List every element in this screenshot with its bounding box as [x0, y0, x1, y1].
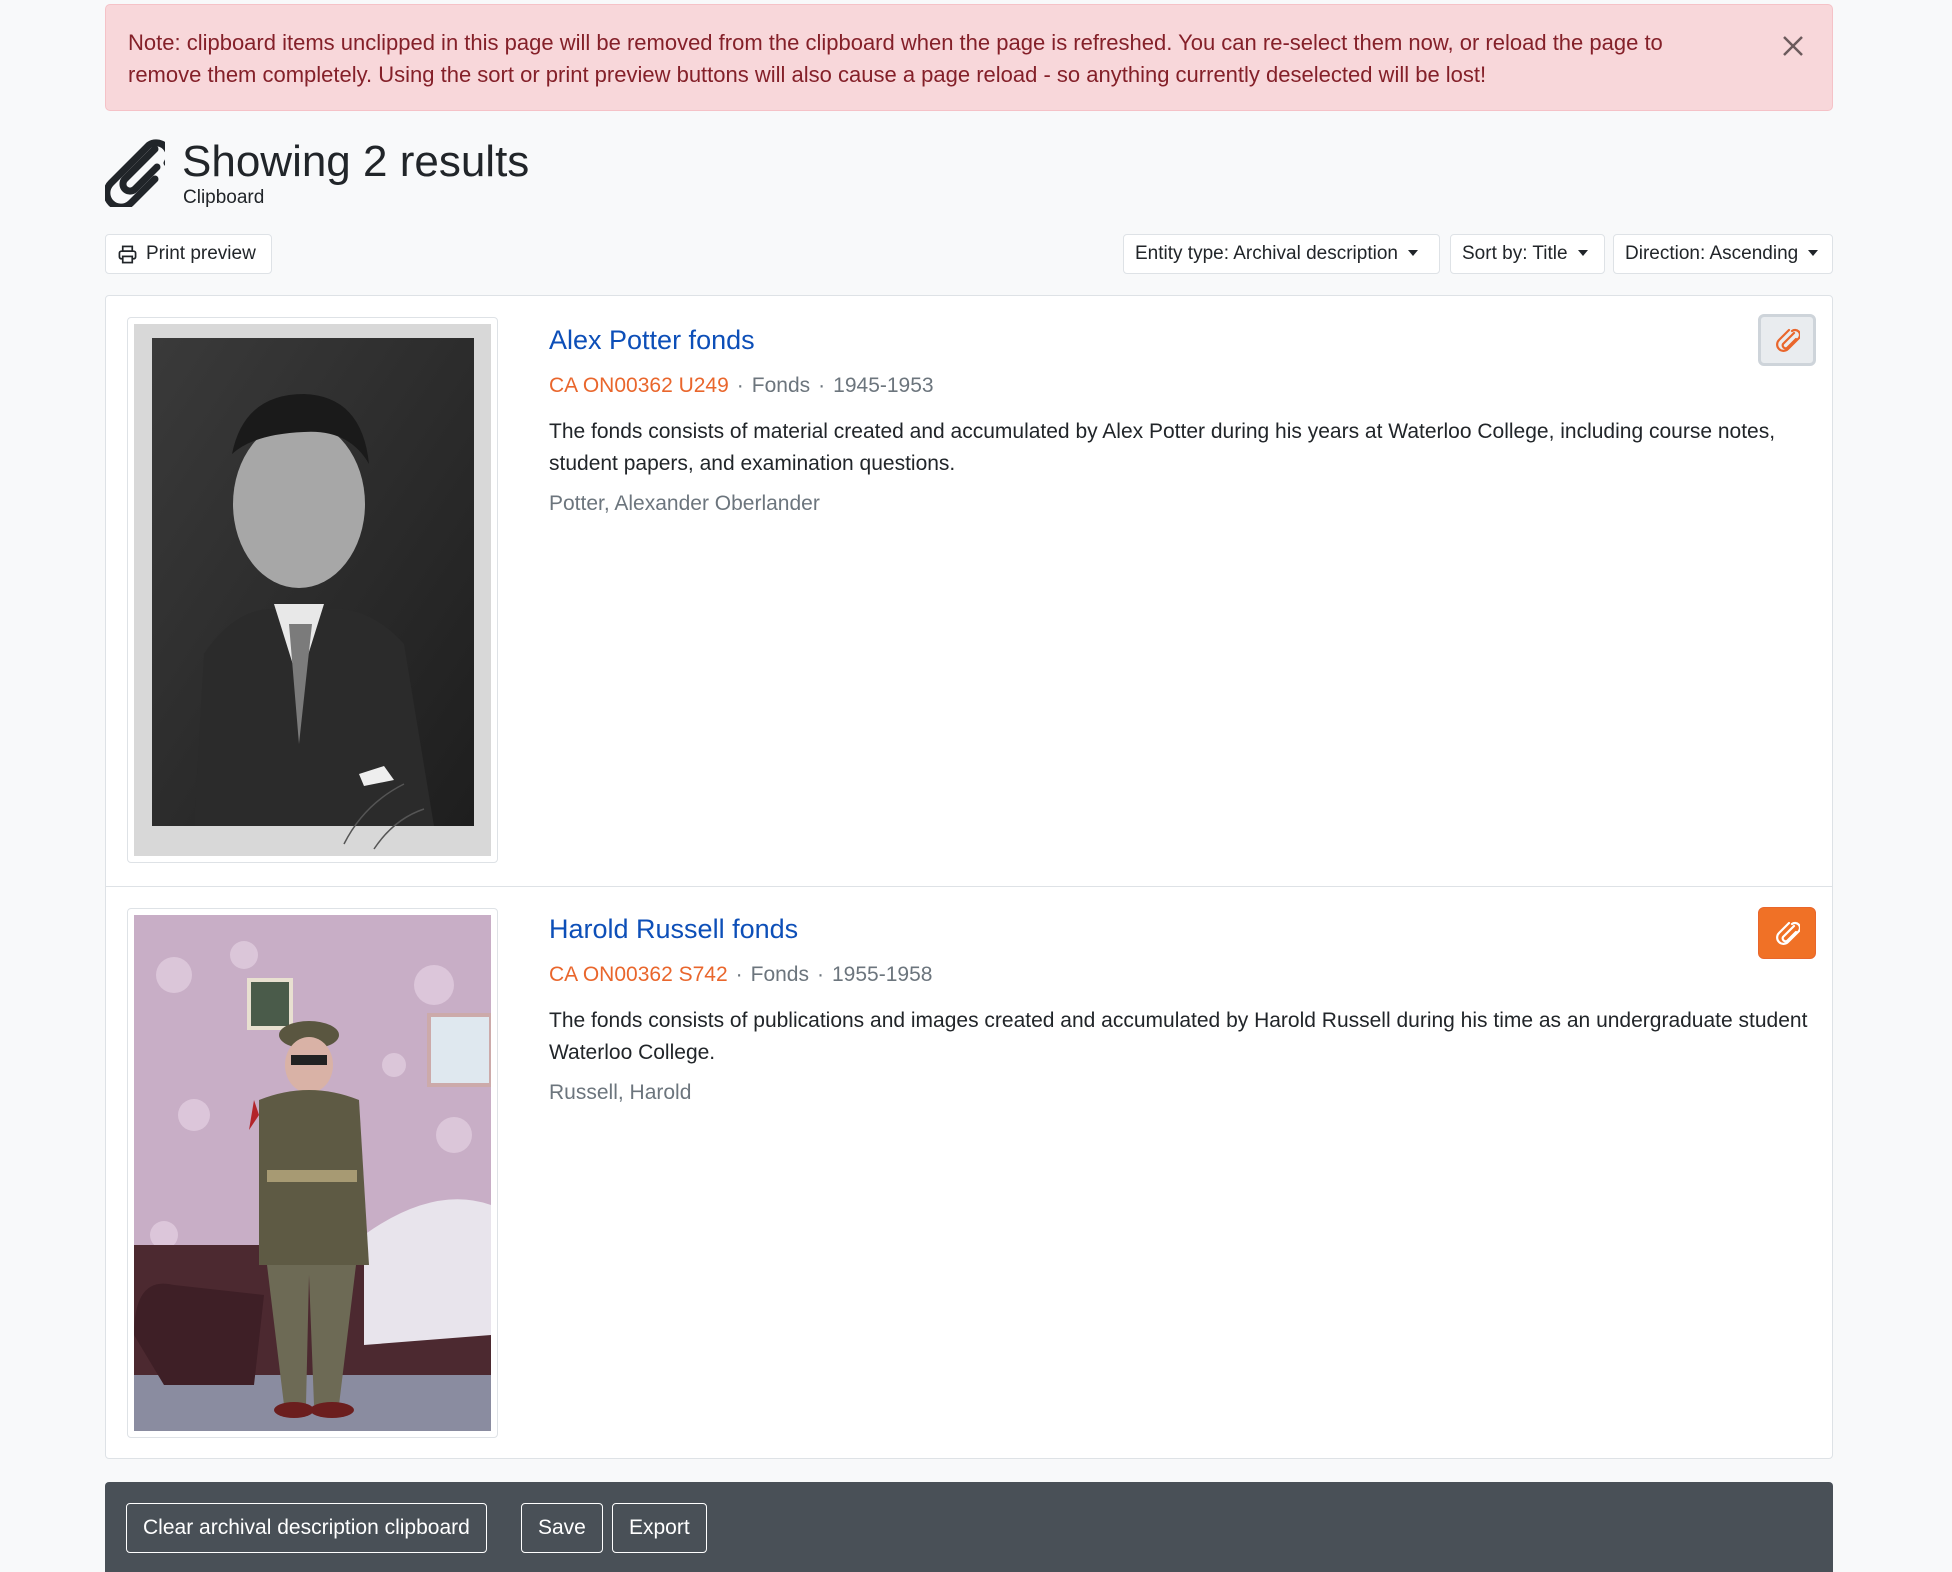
soldier-photo-image — [134, 915, 491, 1431]
level-of-description: Fonds — [750, 963, 809, 986]
portrait-photo-image — [134, 324, 491, 856]
list-item: Harold Russell fonds CA ON00362 S742 · Fon… — [106, 886, 1832, 1458]
result-meta: CA ON00362 U249 · Fonds · 1945-1953 — [549, 374, 934, 397]
paperclip-icon — [105, 139, 165, 207]
clipboard-toggle-button[interactable] — [1758, 907, 1816, 959]
result-description: The fonds consists of material created a… — [549, 420, 1776, 475]
result-title-link[interactable]: Alex Potter fonds — [549, 325, 755, 356]
result-meta: CA ON00362 S742 · Fonds · 1955-1958 — [549, 963, 933, 986]
results-list: Alex Potter fonds CA ON00362 U249 · Fonds ·… — [105, 295, 1833, 1459]
direction-label: Direction: Ascending — [1625, 243, 1799, 264]
alert-message: Note: clipboard items unclipped in this … — [128, 30, 1663, 87]
reference-code: CA ON00362 S742 — [549, 963, 728, 986]
caret-down-icon — [1407, 250, 1418, 256]
clipboard-warning-alert: Note: clipboard items unclipped in this … — [105, 4, 1833, 111]
dates: 1955-1958 — [832, 963, 933, 986]
entity-type-label: Entity type: Archival description — [1135, 243, 1398, 264]
export-button[interactable]: Export — [612, 1503, 707, 1553]
actions-bar: Clear archival description clipboard Sav… — [105, 1482, 1833, 1572]
result-thumbnail[interactable] — [127, 908, 498, 1438]
list-item: Alex Potter fonds CA ON00362 U249 · Fonds ·… — [106, 296, 1832, 886]
direction-dropdown[interactable]: Direction: Ascending — [1613, 234, 1833, 274]
close-icon[interactable] — [1778, 31, 1808, 61]
print-preview-button[interactable]: Print preview — [105, 234, 272, 274]
result-thumbnail[interactable] — [127, 317, 498, 863]
level-of-description: Fonds — [751, 374, 811, 397]
result-creator: Russell, Harold — [549, 1081, 692, 1104]
result-creator: Potter, Alexander Oberlander — [549, 492, 820, 515]
clear-clipboard-button[interactable]: Clear archival description clipboard — [126, 1503, 487, 1553]
clipboard-toggle-button[interactable] — [1758, 314, 1816, 366]
result-title-link[interactable]: Harold Russell fonds — [549, 914, 798, 945]
reference-code: CA ON00362 U249 — [549, 374, 729, 397]
print-preview-label: Print preview — [146, 243, 256, 264]
caret-down-icon — [1577, 250, 1588, 256]
page-subtitle: Clipboard — [183, 187, 265, 208]
sort-by-dropdown[interactable]: Sort by: Title — [1450, 234, 1605, 274]
printer-icon — [118, 245, 137, 264]
page-title: Showing 2 results — [182, 137, 530, 186]
result-description: The fonds consists of publications and i… — [549, 1009, 1808, 1064]
entity-type-dropdown[interactable]: Entity type: Archival description — [1123, 234, 1440, 274]
dates: 1945-1953 — [833, 374, 934, 397]
paperclip-icon — [1776, 328, 1800, 352]
caret-down-icon — [1808, 250, 1819, 256]
sort-by-label: Sort by: Title — [1462, 243, 1568, 264]
save-button[interactable]: Save — [521, 1503, 603, 1553]
paperclip-icon — [1776, 921, 1800, 945]
